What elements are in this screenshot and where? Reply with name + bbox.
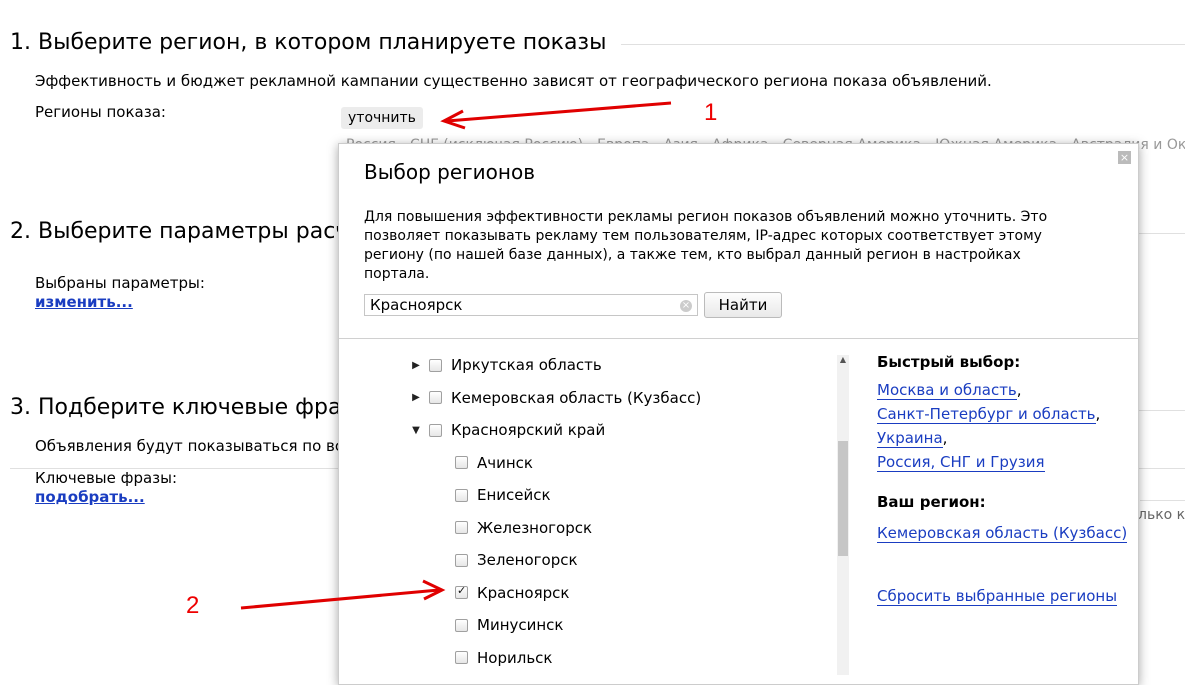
- annotation-number-1: 1: [704, 99, 718, 126]
- annotation-arrow-2: [240, 588, 440, 610]
- annotation-number-2: 2: [186, 592, 200, 619]
- annotation-layer: [240, 101, 672, 610]
- annotation-arrow-1: [446, 101, 672, 123]
